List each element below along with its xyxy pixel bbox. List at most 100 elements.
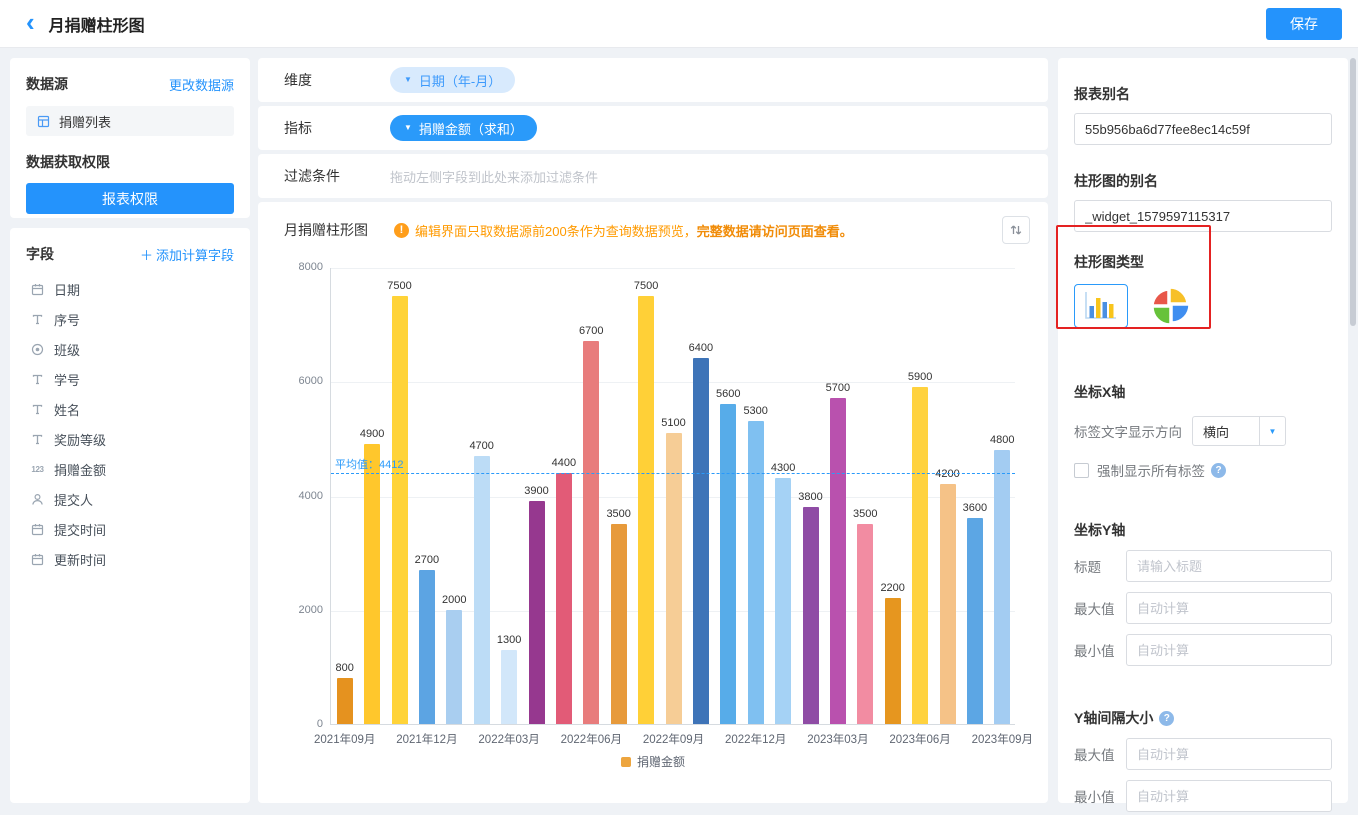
- bar-value-label: 5300: [726, 405, 786, 417]
- x-tick-label: 2023年03月: [792, 731, 884, 747]
- y-tick-label: 4000: [277, 490, 323, 502]
- legend-marker: [621, 757, 631, 767]
- bar: [666, 433, 682, 724]
- field-label: 更新时间: [54, 550, 106, 569]
- field-item[interactable]: 提交人: [26, 484, 234, 514]
- y-tick-label: 0: [277, 718, 323, 730]
- bar-value-label: 4800: [972, 434, 1032, 446]
- page-title: 月捐赠柱形图: [49, 12, 145, 36]
- field-item[interactable]: 班级: [26, 334, 234, 364]
- help-icon[interactable]: ?: [1159, 711, 1174, 726]
- bar-value-label: 7500: [370, 280, 430, 292]
- date-field-icon: [30, 523, 45, 536]
- bar: [583, 341, 599, 724]
- y-axis-max-input[interactable]: [1126, 592, 1332, 624]
- force-labels-label: 强制显示所有标签: [1097, 460, 1205, 480]
- force-labels-checkbox[interactable]: [1074, 463, 1089, 478]
- bar-value-label: 6700: [561, 325, 621, 337]
- dimension-label: 维度: [258, 70, 390, 90]
- field-label: 序号: [54, 310, 80, 329]
- label-direction-select[interactable]: 横向 ▼: [1192, 416, 1286, 446]
- report-permission-button[interactable]: 报表权限: [26, 183, 234, 214]
- bar: [775, 478, 791, 724]
- interval-max-row: 最大值: [1074, 738, 1332, 770]
- scrollbar-thumb[interactable]: [1350, 58, 1356, 326]
- metric-tag[interactable]: ▼ 捐赠金额（求和）: [390, 115, 537, 141]
- interval-min-input[interactable]: [1126, 780, 1332, 812]
- dimension-tag[interactable]: ▼ 日期（年-月）: [390, 67, 515, 93]
- text-field-icon: [30, 313, 45, 326]
- back-icon[interactable]: ‹: [26, 11, 35, 33]
- field-item[interactable]: 姓名: [26, 394, 234, 424]
- y-title-label: 标题: [1074, 556, 1126, 576]
- change-datasource-link[interactable]: 更改数据源: [169, 75, 234, 94]
- pie-chart-icon: [1151, 286, 1191, 326]
- bar: [885, 598, 901, 724]
- field-list: 日期序号班级学号姓名奖励等级123捐赠金额提交人提交时间更新时间: [26, 274, 234, 574]
- average-line: [331, 473, 1015, 474]
- chart-type-title: 柱形图类型: [1074, 252, 1332, 272]
- field-item[interactable]: 提交时间: [26, 514, 234, 544]
- fields-panel: 字段 ＋ 添加计算字段 日期序号班级学号姓名奖励等级123捐赠金额提交人提交时间…: [10, 228, 250, 803]
- y-axis-min-input[interactable]: [1126, 634, 1332, 666]
- y-axis-title: 坐标Y轴: [1074, 520, 1332, 540]
- y-max-label: 最大值: [1074, 598, 1126, 618]
- average-label: 平均值：4412: [335, 456, 403, 472]
- bar: [994, 450, 1010, 724]
- sort-button[interactable]: [1002, 216, 1030, 244]
- datasource-item[interactable]: 捐赠列表: [26, 106, 234, 136]
- interval-min-row: 最小值: [1074, 780, 1332, 812]
- bar: [638, 296, 654, 724]
- field-label: 日期: [54, 280, 80, 299]
- bar-value-label: 6400: [671, 342, 731, 354]
- chart-panel: 月捐赠柱形图 ! 编辑界面只取数据源前200条作为查询数据预览，完整数据请访问页…: [258, 202, 1048, 803]
- plus-icon: ＋: [140, 245, 153, 264]
- bar-value-label: 5900: [890, 371, 950, 383]
- add-calc-field-link[interactable]: ＋ 添加计算字段: [140, 245, 234, 264]
- field-label: 提交人: [54, 490, 93, 509]
- topbar: ‹ 月捐赠柱形图 保存: [0, 0, 1358, 48]
- save-button[interactable]: 保存: [1266, 8, 1342, 40]
- warning-icon: !: [394, 223, 409, 238]
- text-field-icon: [30, 433, 45, 446]
- field-label: 姓名: [54, 400, 80, 419]
- field-item[interactable]: 学号: [26, 364, 234, 394]
- bar: [967, 518, 983, 724]
- label-direction-row: 标签文字显示方向 横向 ▼: [1074, 416, 1332, 446]
- worksheet-icon: [36, 115, 51, 128]
- bar: [337, 678, 353, 724]
- filter-row[interactable]: 过滤条件 拖动左侧字段到此处来添加过滤条件: [258, 154, 1048, 198]
- filter-label: 过滤条件: [258, 166, 390, 186]
- option-field-icon: [30, 343, 45, 356]
- pie-chart-type-button[interactable]: [1144, 284, 1198, 328]
- warning-link[interactable]: 完整数据请访问页面查看。: [697, 224, 853, 239]
- bar-chart-type-button[interactable]: [1074, 284, 1128, 328]
- field-item[interactable]: 日期: [26, 274, 234, 304]
- field-item[interactable]: 序号: [26, 304, 234, 334]
- chart-legend[interactable]: 捐赠金额: [621, 753, 685, 770]
- x-axis-title: 坐标X轴: [1074, 382, 1332, 402]
- fields-title: 字段: [26, 244, 54, 264]
- y-tick-label: 2000: [277, 604, 323, 616]
- y-axis-title-input[interactable]: [1126, 550, 1332, 582]
- help-icon[interactable]: ?: [1211, 463, 1226, 478]
- bar-value-label: 2700: [397, 554, 457, 566]
- bar: [529, 501, 545, 724]
- field-item[interactable]: 奖励等级: [26, 424, 234, 454]
- bar-value-label: 5600: [698, 388, 758, 400]
- chart-alias-title: 柱形图的别名: [1074, 171, 1332, 191]
- bar: [501, 650, 517, 724]
- interval-max-input[interactable]: [1126, 738, 1332, 770]
- bar: [364, 444, 380, 724]
- datasource-name: 捐赠列表: [59, 112, 111, 131]
- interval-max-label: 最大值: [1074, 744, 1126, 764]
- x-tick-label: 2022年12月: [710, 731, 802, 747]
- chart-title: 月捐赠柱形图: [284, 220, 368, 240]
- chart-alias-input[interactable]: [1074, 200, 1332, 232]
- field-item[interactable]: 更新时间: [26, 544, 234, 574]
- report-alias-input[interactable]: [1074, 113, 1332, 145]
- metric-label: 指标: [258, 118, 390, 138]
- date-field-icon: [30, 283, 45, 296]
- field-item[interactable]: 123捐赠金额: [26, 454, 234, 484]
- field-label: 班级: [54, 340, 80, 359]
